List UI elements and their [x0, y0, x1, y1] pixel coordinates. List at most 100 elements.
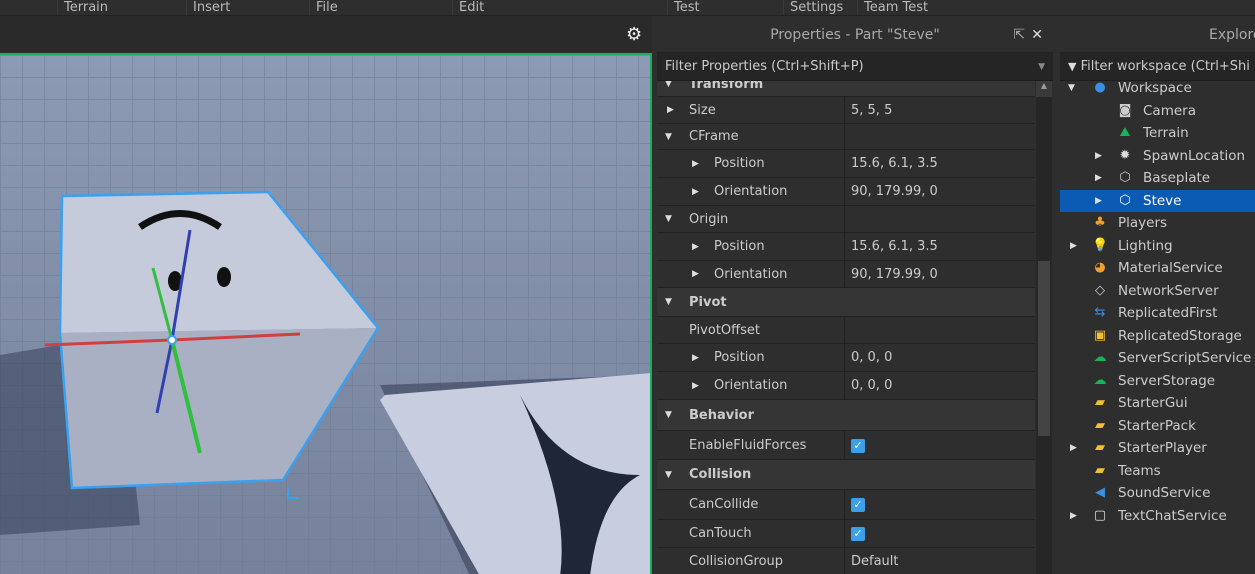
property-row[interactable]: CollisionGroup Default — [657, 548, 1035, 574]
property-value-cell[interactable]: Default — [845, 548, 899, 574]
filter-icon[interactable]: ▼ — [1068, 60, 1076, 73]
properties-scrollbar[interactable]: ▲ — [1036, 81, 1052, 574]
scrollbar-thumb[interactable] — [1038, 261, 1050, 436]
property-row[interactable]: ▶ Orientation 0, 0, 0 — [657, 372, 1035, 400]
property-value[interactable]: 0, 0, 0 — [851, 350, 892, 365]
property-category[interactable]: ▼ Behavior — [657, 400, 1035, 431]
property-row[interactable]: PivotOffset — [657, 317, 1035, 344]
explorer-item-camera[interactable]: ◙ Camera — [1060, 100, 1255, 122]
checkbox-checked[interactable]: ✓ — [851, 498, 865, 512]
property-row[interactable]: CanCollide ✓ — [657, 490, 1035, 520]
property-value-cell[interactable] — [845, 317, 851, 343]
explorer-item-baseplate[interactable]: ▶ ⬡ Baseplate — [1060, 167, 1255, 189]
explorer-item-starterpack[interactable]: ▰ StarterPack — [1060, 415, 1255, 437]
explorer-item-replicatedfirst[interactable]: ⇆ ReplicatedFirst — [1060, 302, 1255, 324]
expand-icon[interactable]: ▶ — [1095, 190, 1102, 212]
expand-icon[interactable]: ▼ — [665, 460, 672, 490]
explorer-item-terrain[interactable]: ⛰ Terrain — [1060, 122, 1255, 144]
property-row[interactable]: ▼ CFrame — [657, 124, 1035, 150]
expand-icon[interactable]: ▶ — [667, 97, 674, 124]
property-value[interactable]: 5, 5, 5 — [851, 103, 892, 118]
collapse-icon[interactable]: ▼ — [665, 124, 672, 150]
expand-icon[interactable]: ▶ — [692, 344, 699, 372]
explorer-item-players[interactable]: ♣ Players — [1060, 212, 1255, 234]
property-row[interactable]: EnableFluidForces ✓ — [657, 431, 1035, 460]
property-row[interactable]: ▼ Origin — [657, 206, 1035, 233]
explorer-item-textchatservice[interactable]: ▶ ▢ TextChatService — [1060, 505, 1255, 527]
property-value[interactable]: 0, 0, 0 — [851, 378, 892, 393]
expand-icon[interactable]: ▶ — [692, 261, 699, 288]
expand-icon[interactable]: ▶ — [692, 233, 699, 261]
expand-icon[interactable]: ▶ — [692, 178, 699, 206]
close-icon[interactable]: ✕ — [1031, 17, 1043, 53]
property-value-cell[interactable]: ✓ — [845, 490, 865, 519]
expand-icon[interactable]: ▼ — [665, 288, 672, 317]
dropdown-arrow-icon[interactable]: ▼ — [1038, 53, 1045, 81]
expand-icon[interactable]: ▶ — [1095, 167, 1102, 189]
property-value[interactable]: 90, 179.99, 0 — [851, 184, 938, 199]
explorer-item-steve[interactable]: ▶ ⬡ Steve — [1060, 189, 1255, 212]
explorer-item-spawnlocation[interactable]: ▶ ✹ SpawnLocation — [1060, 145, 1255, 167]
explorer-item-startergui[interactable]: ▰ StarterGui — [1060, 392, 1255, 414]
property-row[interactable]: ▶ Size 5, 5, 5 — [657, 97, 1035, 124]
property-value-cell[interactable]: 5, 5, 5 — [845, 97, 892, 123]
property-value-cell[interactable]: 0, 0, 0 — [845, 372, 892, 399]
menu-team-test[interactable]: Team Test — [857, 0, 934, 15]
property-category[interactable]: ▼ Collision — [657, 460, 1035, 490]
property-row[interactable]: ▶ Position 0, 0, 0 — [657, 344, 1035, 372]
explorer-item-soundservice[interactable]: ◀ SoundService — [1060, 482, 1255, 504]
checkbox-checked[interactable]: ✓ — [851, 439, 865, 453]
menu-settings[interactable]: Settings — [783, 0, 849, 15]
property-name-cell: ▼ CFrame — [657, 124, 845, 149]
expand-icon[interactable]: ▶ — [692, 372, 699, 400]
property-row[interactable]: ▶ Orientation 90, 179.99, 0 — [657, 261, 1035, 288]
property-value-cell[interactable] — [845, 206, 851, 232]
expand-icon[interactable]: ▶ — [1095, 145, 1102, 167]
property-value-cell[interactable]: ✓ — [845, 431, 865, 459]
property-row[interactable]: ▶ Orientation 90, 179.99, 0 — [657, 178, 1035, 206]
expand-icon[interactable]: ▶ — [1070, 437, 1077, 459]
menu-edit[interactable]: Edit — [452, 0, 490, 15]
menu-terrain[interactable]: Terrain — [57, 0, 114, 15]
expand-icon[interactable]: ▶ — [692, 150, 699, 178]
explorer-item-serverscriptservice[interactable]: ☁ ServerScriptService — [1060, 347, 1255, 369]
property-value-cell[interactable]: 15.6, 6.1, 3.5 — [845, 150, 938, 177]
collapse-icon[interactable]: ▼ — [1068, 77, 1075, 99]
menu-insert[interactable]: Insert — [186, 0, 236, 15]
property-value[interactable]: 15.6, 6.1, 3.5 — [851, 156, 938, 171]
explorer-item-materialservice[interactable]: ◕ MaterialService — [1060, 257, 1255, 279]
3d-viewport[interactable] — [0, 53, 652, 574]
property-value-cell[interactable]: 0, 0, 0 — [845, 344, 892, 371]
expand-icon[interactable]: ▼ — [665, 400, 672, 431]
menu-test[interactable]: Test — [667, 0, 706, 15]
property-value[interactable]: 90, 179.99, 0 — [851, 267, 938, 282]
explorer-item-serverstorage[interactable]: ☁ ServerStorage — [1060, 370, 1255, 392]
property-value-cell[interactable]: 90, 179.99, 0 — [845, 261, 938, 287]
property-category[interactable]: ▼ Transform — [657, 81, 1035, 97]
property-value-cell[interactable]: 90, 179.99, 0 — [845, 178, 938, 205]
checkbox-checked[interactable]: ✓ — [851, 527, 865, 541]
property-value-cell[interactable]: 15.6, 6.1, 3.5 — [845, 233, 938, 260]
property-value[interactable]: Default — [851, 554, 899, 569]
filter-properties-input[interactable]: Filter Properties (Ctrl+Shift+P) ▼ — [657, 53, 1053, 81]
menu-file[interactable]: File — [309, 0, 344, 15]
property-value-cell[interactable]: ✓ — [845, 520, 865, 547]
gear-icon[interactable]: ⚙ — [626, 24, 646, 45]
property-value[interactable]: 15.6, 6.1, 3.5 — [851, 239, 938, 254]
property-row[interactable]: ▶ Position 15.6, 6.1, 3.5 — [657, 233, 1035, 261]
explorer-item-workspace[interactable]: ▼ ● Workspace — [1060, 77, 1255, 99]
property-row[interactable]: CanTouch ✓ — [657, 520, 1035, 548]
collapse-icon[interactable]: ▼ — [665, 206, 672, 233]
explorer-item-replicatedstorage[interactable]: ▣ ReplicatedStorage — [1060, 325, 1255, 347]
property-category[interactable]: ▼ Pivot — [657, 288, 1035, 317]
explorer-item-teams[interactable]: ▰ Teams — [1060, 460, 1255, 482]
property-row[interactable]: ▶ Position 15.6, 6.1, 3.5 — [657, 150, 1035, 178]
expand-icon[interactable]: ▶ — [1070, 235, 1077, 257]
explorer-item-lighting[interactable]: ▶ 💡 Lighting — [1060, 235, 1255, 257]
explorer-item-starterplayer[interactable]: ▶ ▰ StarterPlayer — [1060, 437, 1255, 459]
expand-icon[interactable]: ▶ — [1070, 505, 1077, 527]
expand-icon[interactable]: ▼ — [665, 81, 672, 97]
explorer-item-networkserver[interactable]: ◇ NetworkServer — [1060, 280, 1255, 302]
property-value-cell[interactable] — [845, 124, 851, 149]
undock-icon[interactable]: ⇱ — [1013, 17, 1025, 53]
